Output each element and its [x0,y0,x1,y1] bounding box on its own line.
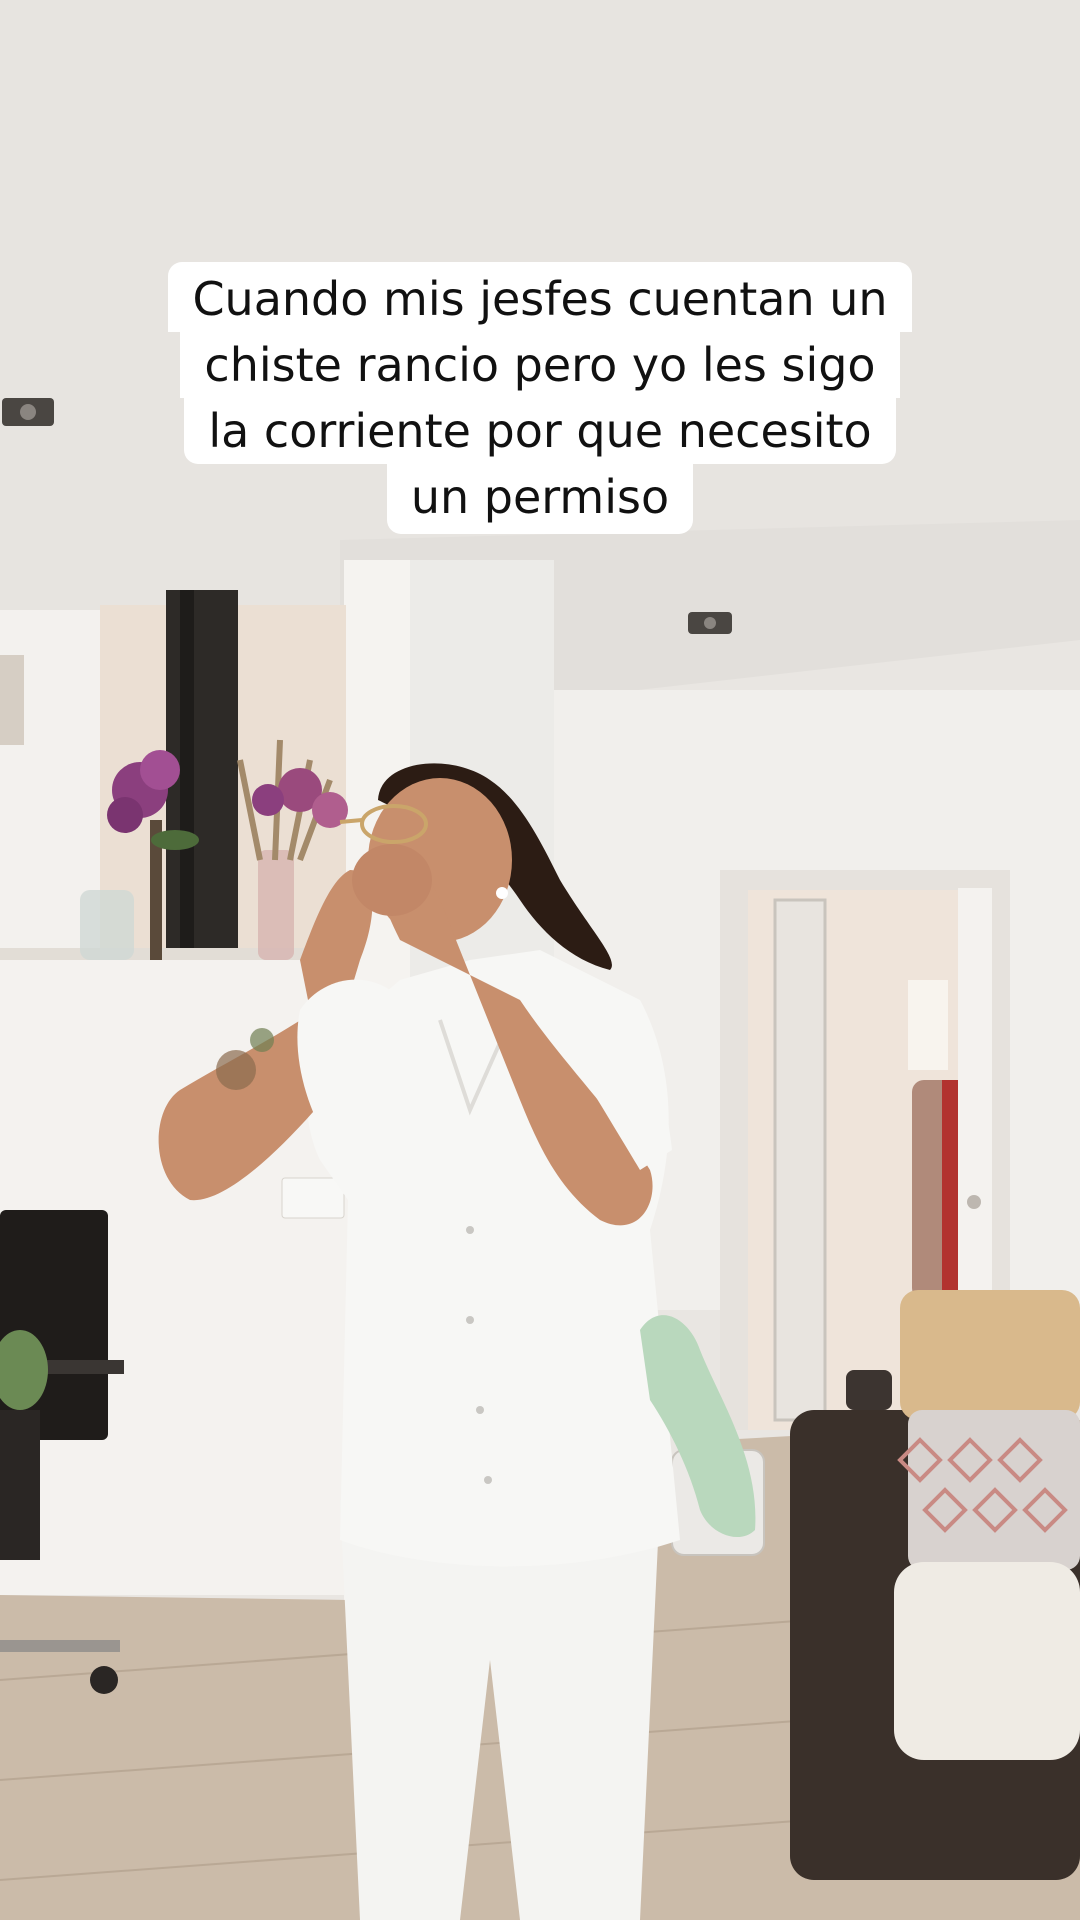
video-frame: Cuando mis jesfes cuentan un chiste ranc… [0,0,1080,1920]
door-panel [773,898,827,1422]
door-edge [958,888,992,1298]
caption-line-3: la corriente por que necesito [184,398,896,464]
wall-picture [0,655,24,745]
back-window [908,980,948,1070]
caption-overlay: Cuando mis jesfes cuentan un chiste ranc… [0,262,1080,534]
caption-line-1: Cuando mis jesfes cuentan un [168,262,912,332]
caption-line-2: chiste rancio pero yo les sigo [180,332,900,398]
glass-jar [80,890,134,960]
light-switch [281,1177,345,1219]
caption-line-4: un permiso [386,464,694,534]
iron [846,1370,892,1410]
